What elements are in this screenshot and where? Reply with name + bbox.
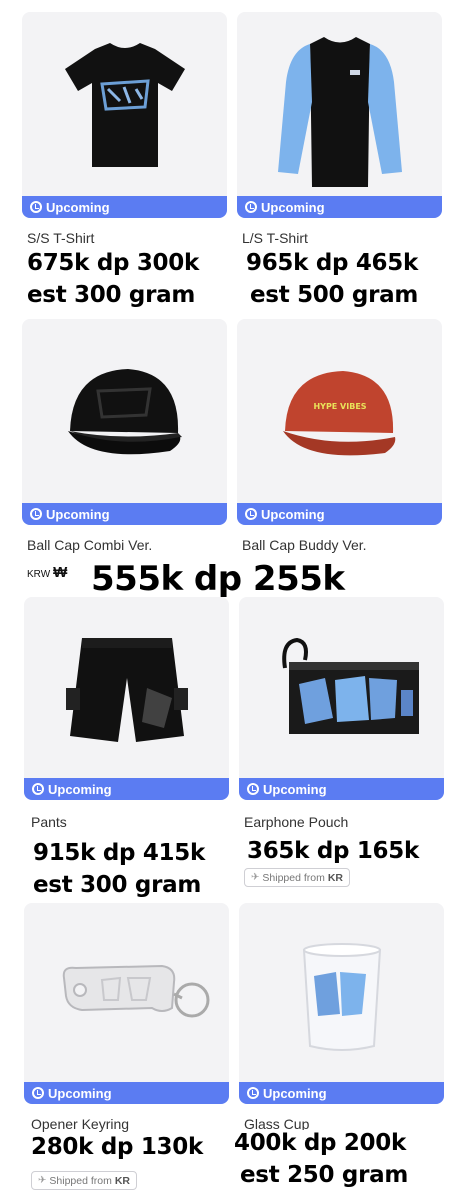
shorts-icon — [65, 637, 188, 742]
upcoming-badge: Upcoming — [237, 503, 442, 525]
clock-icon — [245, 201, 257, 213]
product-card-ls-tshirt[interactable]: Upcoming — [237, 12, 442, 218]
shipped-from-badge: ✈ Shipped from KR — [31, 1171, 138, 1190]
upcoming-badge: Upcoming — [24, 1082, 229, 1104]
product-name: Pants — [31, 814, 67, 830]
product-card-ss-tshirt[interactable]: Upcoming — [22, 12, 227, 218]
glass-image — [239, 903, 444, 1082]
airplane-icon: ✈ — [38, 1175, 47, 1186]
longsleeve-icon — [277, 36, 402, 187]
keyring-image — [24, 903, 229, 1082]
clock-icon — [247, 1087, 259, 1099]
clock-icon — [32, 783, 44, 795]
upcoming-badge: Upcoming — [237, 196, 442, 218]
tshirt-icon — [64, 43, 185, 167]
cap-image — [22, 319, 227, 503]
black-cap-icon — [67, 369, 182, 455]
clock-icon — [247, 783, 259, 795]
product-name: Ball Cap Combi Ver. — [27, 537, 153, 553]
tshirt-image — [22, 12, 227, 196]
product-price: 365k dp 165k — [247, 838, 419, 864]
clock-icon — [30, 201, 42, 213]
upcoming-badge: Upcoming — [22, 196, 227, 218]
product-card-ball-cap-buddy[interactable]: HYPE VIBES Upcoming — [237, 319, 442, 525]
cap-image: HYPE VIBES — [237, 319, 442, 503]
pouch-image — [239, 597, 444, 778]
caps-price-banner: 555k dp 255k — [85, 556, 383, 602]
product-name: L/S T-Shirt — [242, 230, 308, 246]
product-name: Earphone Pouch — [244, 814, 349, 830]
product-name: S/S T-Shirt — [27, 230, 95, 246]
clock-icon — [30, 508, 42, 520]
product-price: 280k dp 130k — [31, 1134, 203, 1160]
upcoming-badge: Upcoming — [22, 503, 227, 525]
product-price: 915k dp 415k — [33, 840, 205, 866]
product-price: 965k dp 465k — [246, 250, 418, 276]
airplane-icon: ✈ — [251, 872, 260, 883]
svg-text:HYPE VIBES: HYPE VIBES — [313, 402, 366, 411]
product-weight: est 300 gram — [33, 872, 202, 898]
clock-icon — [32, 1087, 44, 1099]
upcoming-badge: Upcoming — [239, 1082, 444, 1104]
product-card-earphone-pouch[interactable]: Upcoming — [239, 597, 444, 800]
shipped-from-badge: ✈ Shipped from KR — [244, 868, 351, 887]
upcoming-badge: Upcoming — [239, 778, 444, 800]
product-price: 400k dp 200k — [234, 1130, 406, 1156]
product-card-glass-cup[interactable]: Upcoming — [239, 903, 444, 1104]
longsleeve-image — [237, 12, 442, 196]
keyring-icon — [62, 964, 209, 1017]
pants-image — [24, 597, 229, 778]
product-card-pants[interactable]: Upcoming — [24, 597, 229, 800]
product-name: Opener Keyring — [31, 1116, 130, 1132]
glass-icon — [302, 942, 381, 1051]
product-name: Ball Cap Buddy Ver. — [242, 537, 367, 553]
red-cap-icon: HYPE VIBES — [282, 371, 395, 456]
clock-icon — [245, 508, 257, 520]
product-weight: est 250 gram — [240, 1162, 409, 1188]
pouch-icon — [281, 637, 419, 734]
krw-price-label: KRW ₩ — [27, 564, 68, 581]
product-card-opener-keyring[interactable]: Upcoming — [24, 903, 229, 1104]
product-weight: est 500 gram — [250, 282, 419, 308]
product-name: Glass Cup — [244, 1116, 310, 1130]
upcoming-badge: Upcoming — [24, 778, 229, 800]
product-weight: est 300 gram — [27, 282, 196, 308]
product-card-ball-cap-combi[interactable]: Upcoming — [22, 319, 227, 525]
product-price: 675k dp 300k — [27, 250, 199, 276]
